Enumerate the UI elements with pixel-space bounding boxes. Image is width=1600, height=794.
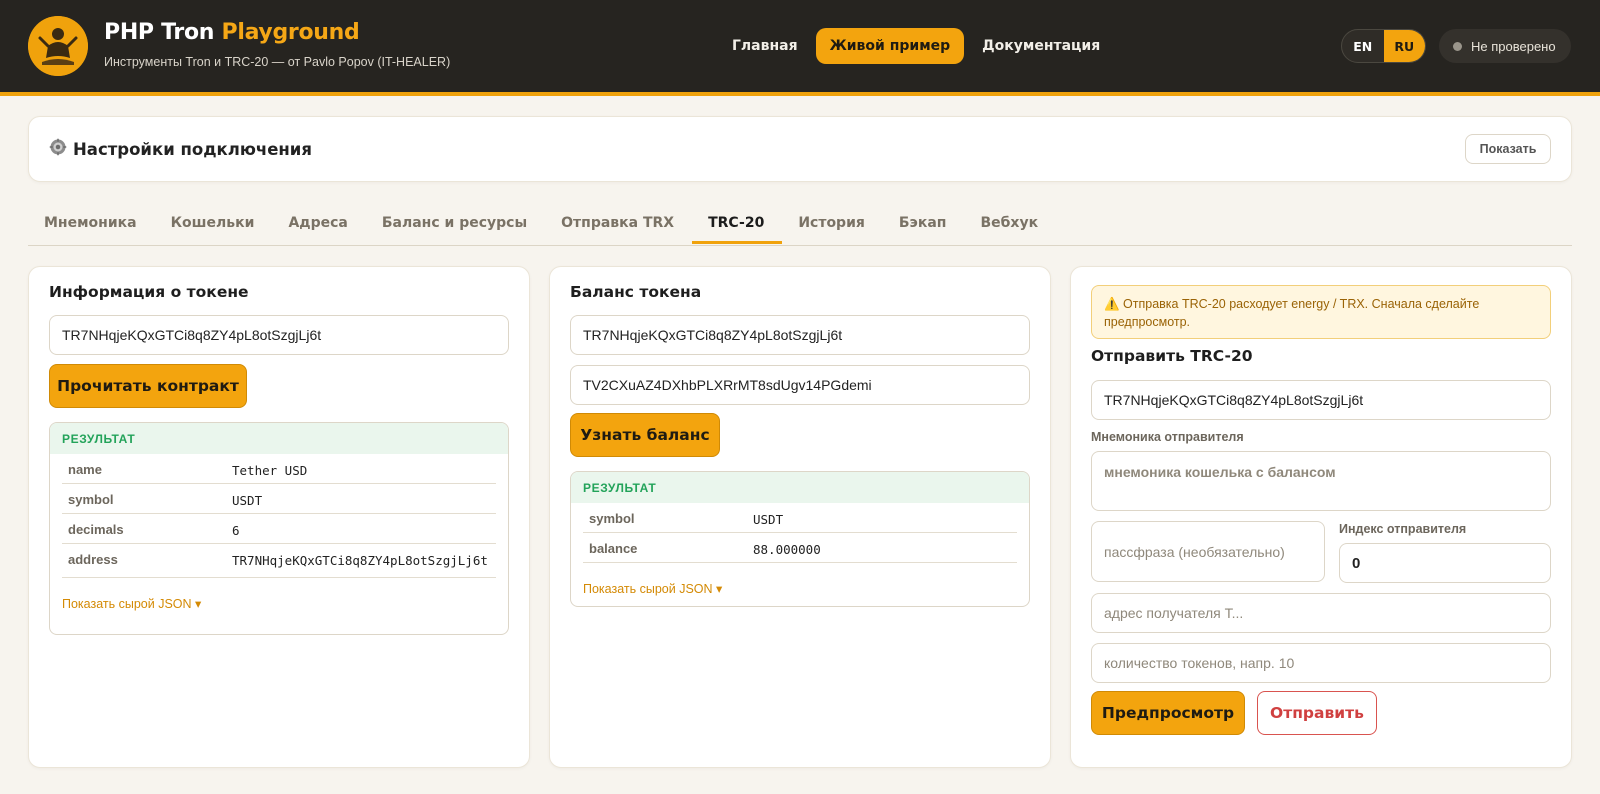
connection-status-badge: Не проверено <box>1439 29 1571 63</box>
row-key: address <box>68 552 118 567</box>
tab-wallets[interactable]: Кошельки <box>155 204 273 244</box>
token-info-result: РЕЗУЛЬТАТ name Tether USD symbol USDT de… <box>49 422 509 635</box>
balance-contract-input[interactable]: TR7NHqjeKQxGTCi8q8ZY4pL8otSzgjLj6t <box>570 315 1030 355</box>
token-balance-title: Баланс токена <box>570 283 702 301</box>
status-text: Не проверено <box>1471 38 1556 54</box>
nav-docs[interactable]: Документация <box>970 28 1112 64</box>
lang-en-button[interactable]: EN <box>1342 30 1384 62</box>
top-header: PHP Tron Playground Инструменты Tron и T… <box>0 0 1600 96</box>
row-key: symbol <box>68 492 114 507</box>
send-contract-input[interactable]: TR7NHqjeKQxGTCi8q8ZY4pL8otSzgjLj6t <box>1091 380 1551 420</box>
send-trc20-card: ⚠️ Отправка TRC-20 расходует energy / TR… <box>1070 266 1572 768</box>
main-nav: Главная Живой пример Документация <box>720 28 1112 64</box>
nav-live-example[interactable]: Живой пример <box>815 28 965 64</box>
settings-title-text: Настройки подключения <box>73 139 312 159</box>
language-switcher: EN RU <box>1341 29 1426 63</box>
energy-warning-banner: ⚠️ Отправка TRC-20 расходует energy / TR… <box>1091 285 1551 339</box>
preview-button[interactable]: Предпросмотр <box>1091 691 1245 735</box>
nav-home[interactable]: Главная <box>720 28 810 64</box>
table-row: balance 88.000000 <box>583 533 1017 563</box>
row-value: Tether USD <box>232 463 308 478</box>
result-table: symbol USDT balance 88.000000 <box>583 503 1017 563</box>
brand-title-accent: Playground <box>221 20 360 45</box>
sender-mnemonic-field[interactable]: мнемоника кошелька с балансом <box>1091 451 1551 511</box>
balance-address-input[interactable]: TV2CXuAZ4DXhbPLXRrMT8sdUgv14PGdemi <box>570 365 1030 405</box>
token-info-title: Информация о токене <box>49 283 249 301</box>
token-balance-card: Баланс токена TR7NHqjeKQxGTCi8q8ZY4pL8ot… <box>549 266 1051 768</box>
tab-history[interactable]: История <box>782 204 883 244</box>
recipient-address-input[interactable]: адрес получателя T... <box>1091 593 1551 633</box>
lang-ru-button[interactable]: RU <box>1383 30 1425 62</box>
table-row: address TR7NHqjeKQxGTCi8q8ZY4pL8otSzgjLj… <box>62 544 496 578</box>
row-value: USDT <box>232 493 263 508</box>
brand-title: PHP Tron Playground <box>104 20 360 45</box>
result-table: name Tether USD symbol USDT decimals 6 a… <box>62 454 496 578</box>
show-settings-button[interactable]: Показать <box>1465 134 1551 164</box>
row-value: 6 <box>232 523 240 538</box>
row-key: balance <box>589 541 638 556</box>
table-row: name Tether USD <box>62 454 496 484</box>
table-row: symbol USDT <box>62 484 496 514</box>
connection-settings-panel: Настройки подключения Показать <box>28 116 1572 182</box>
passphrase-input[interactable]: пассфраза (необязательно) <box>1091 521 1325 582</box>
row-value: USDT <box>753 512 784 527</box>
tab-bar: Мнемоника Кошельки Адреса Баланс и ресур… <box>28 204 1572 246</box>
status-dot-icon <box>1453 41 1462 51</box>
show-raw-json-link[interactable]: Показать сырой JSON ▾ <box>50 578 508 611</box>
brand-title-main: PHP Tron <box>104 20 215 45</box>
token-contract-input[interactable]: TR7NHqjeKQxGTCi8q8ZY4pL8otSzgjLj6t <box>49 315 509 355</box>
send-button[interactable]: Отправить <box>1257 691 1377 735</box>
table-row: symbol USDT <box>583 503 1017 533</box>
tab-backup[interactable]: Бэкап <box>883 204 965 244</box>
mnemonic-label: Мнемоника отправителя <box>1091 430 1244 444</box>
tab-webhook[interactable]: Вебхук <box>964 204 1056 244</box>
brand-subtitle: Инструменты Tron и TRC-20 — от Pavlo Pop… <box>104 55 451 69</box>
table-row: decimals 6 <box>62 514 496 544</box>
gear-icon <box>49 138 67 160</box>
row-key: decimals <box>68 522 124 537</box>
sender-index-label: Индекс отправителя <box>1339 522 1467 536</box>
send-trc20-title: Отправить TRC-20 <box>1091 347 1253 365</box>
result-heading: РЕЗУЛЬТАТ <box>571 472 1029 503</box>
result-heading: РЕЗУЛЬТАТ <box>50 423 508 454</box>
row-key: symbol <box>589 511 635 526</box>
tab-balance-resources[interactable]: Баланс и ресурсы <box>366 204 545 244</box>
settings-title: Настройки подключения <box>49 138 312 160</box>
sender-index-input[interactable]: 0 <box>1339 543 1551 583</box>
row-value: 88.000000 <box>753 542 821 557</box>
read-contract-button[interactable]: Прочитать контракт <box>49 364 247 408</box>
row-value: TR7NHqjeKQxGTCi8q8ZY4pL8otSzgjLj6t <box>232 553 488 568</box>
tab-addresses[interactable]: Адреса <box>272 204 365 244</box>
tab-mnemonic[interactable]: Мнемоника <box>28 204 155 244</box>
tab-send-trx[interactable]: Отправка TRX <box>545 204 692 244</box>
token-info-card: Информация о токене TR7NHqjeKQxGTCi8q8ZY… <box>28 266 530 768</box>
row-key: name <box>68 462 102 477</box>
token-balance-result: РЕЗУЛЬТАТ symbol USDT balance 88.000000 … <box>570 471 1030 607</box>
get-balance-button[interactable]: Узнать баланс <box>570 413 720 457</box>
token-amount-input[interactable]: количество токенов, напр. 10 <box>1091 643 1551 683</box>
logo-icon <box>28 16 88 76</box>
show-raw-json-link[interactable]: Показать сырой JSON ▾ <box>571 563 1029 596</box>
tab-trc20[interactable]: TRC-20 <box>692 204 783 244</box>
